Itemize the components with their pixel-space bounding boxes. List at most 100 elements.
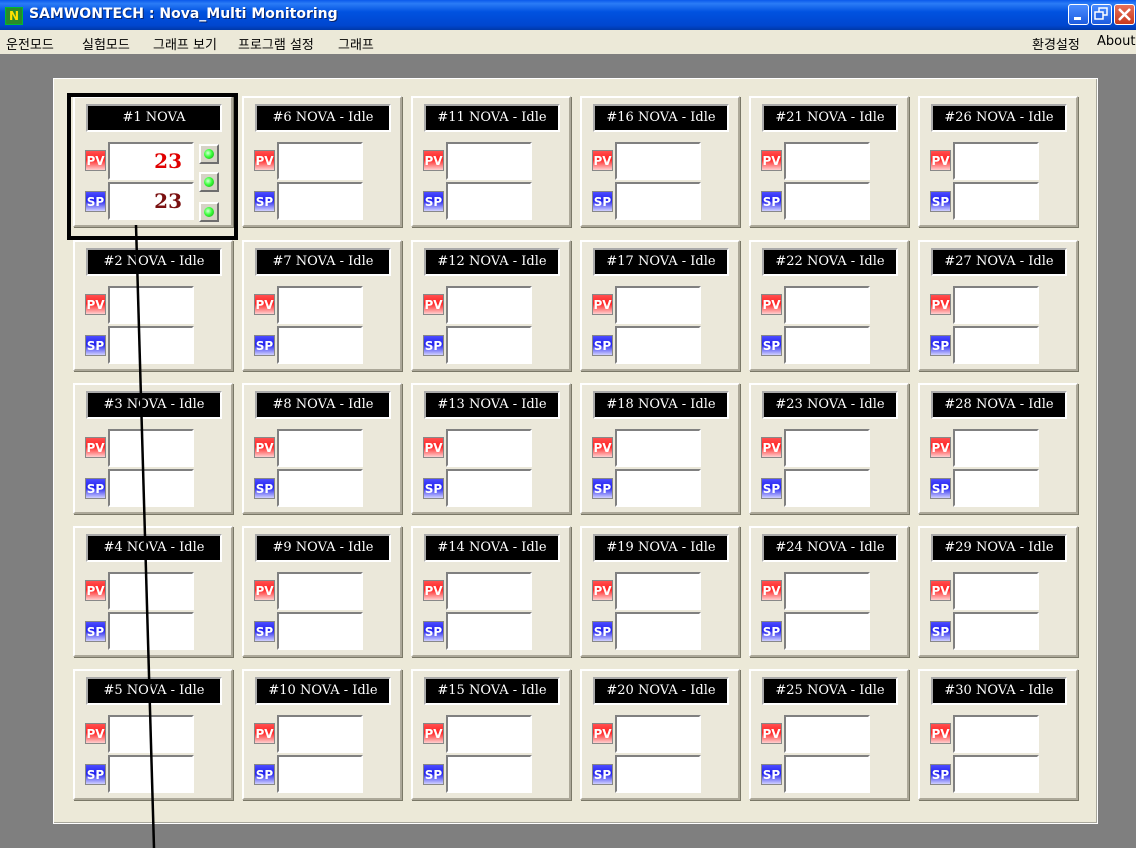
channel-cell[interactable]: #6 NOVA - Idle PV SP — [242, 96, 402, 227]
channel-cell[interactable]: #9 NOVA - Idle PV SP — [242, 526, 402, 657]
channel-cell[interactable]: #25 NOVA - Idle PV SP — [749, 669, 909, 800]
sp-tag: SP — [930, 335, 951, 356]
channel-cell[interactable]: #13 NOVA - Idle PV SP — [411, 383, 571, 514]
channel-cell[interactable]: #4 NOVA - Idle PV SP — [73, 526, 233, 657]
pv-value-display — [953, 142, 1039, 180]
pv-tag: PV — [930, 580, 951, 601]
channel-cell[interactable]: #14 NOVA - Idle PV SP — [411, 526, 571, 657]
sp-tag: SP — [423, 478, 444, 499]
channel-label: #2 NOVA - Idle — [86, 248, 222, 276]
minimize-button[interactable] — [1068, 4, 1089, 25]
window-title: SAMWONTECH : Nova_Multi Monitoring — [29, 6, 338, 22]
channel-cell[interactable]: #8 NOVA - Idle PV SP — [242, 383, 402, 514]
channel-label: #9 NOVA - Idle — [255, 534, 391, 562]
channel-cell[interactable]: #7 NOVA - Idle PV SP — [242, 240, 402, 371]
channel-label: #24 NOVA - Idle — [762, 534, 898, 562]
channel-label: #4 NOVA - Idle — [86, 534, 222, 562]
channel-cell[interactable]: #26 NOVA - Idle PV SP — [918, 96, 1078, 227]
sp-tag: SP — [592, 191, 613, 212]
pv-tag: PV — [85, 580, 106, 601]
pv-tag: PV — [761, 723, 782, 744]
channel-cell[interactable]: #3 NOVA - Idle PV SP — [73, 383, 233, 514]
sp-value-display — [615, 612, 701, 650]
menu-test-mode[interactable]: 실험모드 — [82, 34, 130, 53]
sp-value-display — [277, 755, 363, 793]
pv-value-display — [277, 142, 363, 180]
sp-value-display — [953, 326, 1039, 364]
menu-preferences[interactable]: 환경설정 — [1032, 34, 1080, 53]
pv-value-display — [277, 286, 363, 324]
pv-tag: PV — [254, 294, 275, 315]
sp-tag: SP — [761, 621, 782, 642]
channel-cell[interactable]: #28 NOVA - Idle PV SP — [918, 383, 1078, 514]
channel-cell[interactable]: #10 NOVA - Idle PV SP — [242, 669, 402, 800]
sp-tag: SP — [592, 621, 613, 642]
channel-cell[interactable]: #12 NOVA - Idle PV SP — [411, 240, 571, 371]
channel-label: #30 NOVA - Idle — [931, 677, 1067, 705]
pv-value-display — [784, 572, 870, 610]
pv-tag: PV — [592, 150, 613, 171]
channel-cell[interactable]: #19 NOVA - Idle PV SP — [580, 526, 740, 657]
channel-cell[interactable]: #21 NOVA - Idle PV SP — [749, 96, 909, 227]
sp-tag: SP — [930, 621, 951, 642]
channel-cell[interactable]: #27 NOVA - Idle PV SP — [918, 240, 1078, 371]
channel-label: #3 NOVA - Idle — [86, 391, 222, 419]
pv-value-display — [446, 286, 532, 324]
pv-value-display — [615, 715, 701, 753]
pv-tag: PV — [423, 437, 444, 458]
sp-value-display — [108, 469, 194, 507]
channel-cell[interactable]: #2 NOVA - Idle PV SP — [73, 240, 233, 371]
pv-tag: PV — [423, 150, 444, 171]
pv-value-display — [446, 715, 532, 753]
channel-cell[interactable]: #11 NOVA - Idle PV SP — [411, 96, 571, 227]
pv-tag: PV — [254, 150, 275, 171]
pv-value-display — [784, 286, 870, 324]
sp-tag: SP — [85, 764, 106, 785]
channel-label: #23 NOVA - Idle — [762, 391, 898, 419]
menu-program-settings[interactable]: 프로그램 설정 — [238, 34, 314, 53]
channel-cell[interactable]: #29 NOVA - Idle PV SP — [918, 526, 1078, 657]
pv-value-display — [784, 142, 870, 180]
menu-run-mode[interactable]: 운전모드 — [6, 34, 54, 53]
channel-cell[interactable]: #24 NOVA - Idle PV SP — [749, 526, 909, 657]
channel-label: #15 NOVA - Idle — [424, 677, 560, 705]
channel-label: #27 NOVA - Idle — [931, 248, 1067, 276]
pv-value-display — [953, 429, 1039, 467]
channel-cell[interactable]: #16 NOVA - Idle PV SP — [580, 96, 740, 227]
restore-button[interactable] — [1091, 4, 1112, 25]
minimize-icon — [1074, 17, 1081, 20]
sp-tag: SP — [592, 764, 613, 785]
pv-value-display — [615, 572, 701, 610]
pv-value-display — [615, 429, 701, 467]
pv-tag: PV — [930, 723, 951, 744]
close-button[interactable] — [1114, 4, 1135, 25]
sp-value-display — [446, 326, 532, 364]
sp-value-display — [784, 755, 870, 793]
sp-value-display — [953, 182, 1039, 220]
menu-graph-view[interactable]: 그래프 보기 — [153, 34, 217, 53]
pv-value-display — [953, 715, 1039, 753]
pv-value-display — [108, 572, 194, 610]
pv-tag: PV — [85, 437, 106, 458]
channel-cell[interactable]: #18 NOVA - Idle PV SP — [580, 383, 740, 514]
close-icon — [1118, 8, 1131, 21]
title-bar[interactable]: N SAMWONTECH : Nova_Multi Monitoring — [0, 0, 1136, 30]
sp-tag: SP — [85, 335, 106, 356]
channel-cell[interactable]: #20 NOVA - Idle PV SP — [580, 669, 740, 800]
channel-cell[interactable]: #15 NOVA - Idle PV SP — [411, 669, 571, 800]
channel-label: #16 NOVA - Idle — [593, 104, 729, 132]
channel-label: #21 NOVA - Idle — [762, 104, 898, 132]
sp-tag: SP — [423, 191, 444, 212]
pv-tag: PV — [592, 437, 613, 458]
channel-cell[interactable]: #5 NOVA - Idle PV SP — [73, 669, 233, 800]
menu-graph[interactable]: 그래프 — [338, 34, 374, 53]
channel-cell[interactable]: #22 NOVA - Idle PV SP — [749, 240, 909, 371]
pv-tag: PV — [423, 723, 444, 744]
pv-value-display — [615, 142, 701, 180]
channel-cell[interactable]: #23 NOVA - Idle PV SP — [749, 383, 909, 514]
channel-cell[interactable]: #30 NOVA - Idle PV SP — [918, 669, 1078, 800]
menu-about[interactable]: About — [1097, 34, 1135, 49]
sp-value-display — [108, 326, 194, 364]
sp-tag: SP — [85, 621, 106, 642]
channel-cell[interactable]: #17 NOVA - Idle PV SP — [580, 240, 740, 371]
